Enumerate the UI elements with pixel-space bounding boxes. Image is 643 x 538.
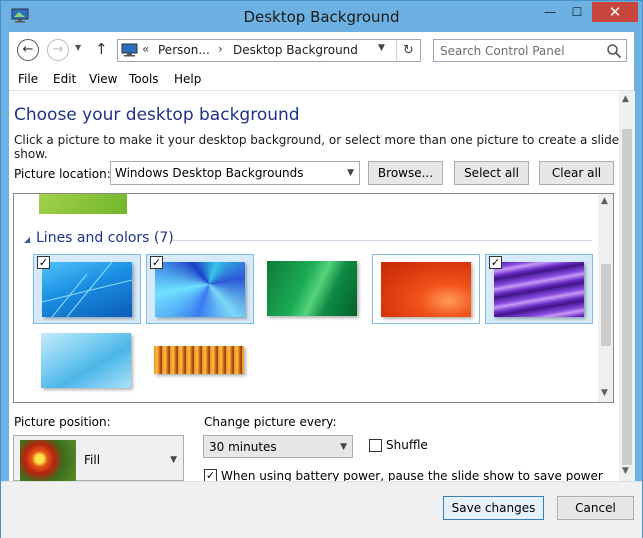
picture-position-label: Picture position: bbox=[14, 415, 111, 429]
group-header-lines-and-colors[interactable]: ◢ Lines and colors (7) bbox=[24, 230, 592, 248]
maximize-button[interactable]: ☐ bbox=[564, 2, 590, 22]
wallpaper-thumbnail bbox=[381, 262, 471, 317]
page-description: Click a picture to make it your desktop … bbox=[14, 133, 620, 161]
battery-pause-checkbox[interactable]: ✓ bbox=[204, 469, 217, 481]
picture-location-label: Picture location: bbox=[14, 167, 111, 181]
scroll-up-icon[interactable]: ▲ bbox=[622, 94, 629, 104]
tile-checkbox[interactable]: ✓ bbox=[37, 256, 50, 269]
wallpaper-thumbnail-partial[interactable] bbox=[39, 194, 127, 214]
recent-locations-chevron-icon[interactable]: ▼ bbox=[75, 43, 81, 52]
position-preview-thumbnail bbox=[20, 440, 76, 481]
save-changes-button[interactable]: Save changes bbox=[443, 496, 544, 520]
breadcrumb-personalization[interactable]: Person... bbox=[158, 43, 210, 57]
wallpaper-thumbnail bbox=[155, 262, 245, 317]
wallpaper-gallery[interactable]: ◢ Lines and colors (7) ✓ ✓ ✓ ▲ ▼ bbox=[13, 193, 614, 403]
window: Desktop Background — ☐ ✕ ← → ▼ ↑ « Perso… bbox=[0, 0, 643, 538]
battery-pause-label[interactable]: When using battery power, pause the slid… bbox=[221, 469, 603, 481]
tile-checkbox[interactable]: ✓ bbox=[489, 256, 502, 269]
wallpaper-thumbnail bbox=[41, 333, 131, 388]
refresh-button[interactable]: ↻ bbox=[396, 40, 420, 61]
scroll-down-icon[interactable]: ▼ bbox=[622, 466, 629, 476]
search-input[interactable] bbox=[440, 42, 600, 59]
picture-location-select[interactable]: Windows Desktop Backgrounds ▼ bbox=[110, 161, 360, 185]
picture-location-value: Windows Desktop Backgrounds bbox=[115, 166, 304, 180]
address-bar[interactable]: « Person... › Desktop Background ▼ ↻ bbox=[117, 39, 421, 62]
picture-position-select[interactable]: Fill ▼ bbox=[13, 435, 184, 481]
close-button[interactable]: ✕ bbox=[592, 2, 638, 22]
collapse-arrow-icon[interactable]: ◢ bbox=[24, 235, 30, 244]
wallpaper-tile-green-ribbon[interactable] bbox=[259, 254, 367, 324]
back-button[interactable]: ← bbox=[17, 39, 39, 61]
clear-all-button[interactable]: Clear all bbox=[539, 161, 614, 185]
wallpaper-tile-orange-swirl[interactable] bbox=[372, 254, 480, 324]
up-button[interactable]: ↑ bbox=[95, 40, 108, 58]
menu-file[interactable]: File bbox=[18, 72, 38, 86]
chevron-down-icon: ▼ bbox=[347, 168, 354, 178]
chevron-down-icon: ▼ bbox=[340, 442, 347, 452]
minimize-button[interactable]: — bbox=[537, 2, 563, 22]
scroll-down-icon[interactable]: ▼ bbox=[601, 388, 608, 398]
scrollbar-thumb[interactable] bbox=[601, 264, 611, 346]
tile-checkbox[interactable]: ✓ bbox=[150, 256, 163, 269]
wallpaper-thumbnail bbox=[494, 262, 584, 317]
page-scrollbar[interactable]: ▲ ▼ bbox=[619, 91, 635, 481]
menu-edit[interactable]: Edit bbox=[53, 72, 76, 86]
search-box[interactable] bbox=[433, 39, 627, 62]
navigation-bar: ← → ▼ ↑ « Person... › Desktop Background… bbox=[9, 32, 634, 68]
menu-view[interactable]: View bbox=[89, 72, 117, 86]
wallpaper-tile-light-blue-curve[interactable] bbox=[33, 326, 141, 396]
address-dropdown-icon[interactable]: ▼ bbox=[378, 43, 385, 53]
search-icon bbox=[607, 44, 622, 59]
wallpaper-thumbnail bbox=[267, 261, 357, 316]
change-picture-interval-select[interactable]: 30 minutes ▼ bbox=[203, 435, 353, 458]
breadcrumb-separator[interactable]: › bbox=[218, 42, 223, 56]
wallpaper-thumbnail bbox=[154, 346, 244, 374]
gallery-scrollbar[interactable]: ▲ ▼ bbox=[598, 194, 613, 402]
wallpaper-tile-orange-stripes[interactable] bbox=[146, 326, 254, 396]
select-all-button[interactable]: Select all bbox=[454, 161, 529, 185]
interval-value: 30 minutes bbox=[209, 440, 277, 454]
wallpaper-tile-blue-lines[interactable]: ✓ bbox=[33, 254, 141, 324]
shuffle-label[interactable]: Shuffle bbox=[386, 438, 428, 452]
content-area: Choose your desktop background Click a p… bbox=[9, 91, 627, 481]
scroll-up-icon[interactable]: ▲ bbox=[601, 196, 608, 206]
group-divider bbox=[172, 240, 592, 241]
chevron-down-icon: ▼ bbox=[170, 455, 177, 465]
group-title: Lines and colors (7) bbox=[36, 230, 174, 246]
address-overflow-chevron[interactable]: « bbox=[142, 42, 149, 56]
page-title: Choose your desktop background bbox=[14, 105, 300, 125]
title-bar: Desktop Background — ☐ ✕ bbox=[1, 1, 642, 32]
scrollbar-thumb[interactable] bbox=[622, 129, 632, 465]
menu-tools[interactable]: Tools bbox=[129, 72, 159, 86]
change-picture-label: Change picture every: bbox=[204, 415, 337, 429]
wallpaper-thumbnail bbox=[41, 261, 133, 318]
menu-help[interactable]: Help bbox=[174, 72, 201, 86]
wallpaper-tile-purple-waves[interactable]: ✓ bbox=[485, 254, 593, 324]
shuffle-checkbox[interactable] bbox=[369, 439, 382, 452]
dialog-footer: Save changes Cancel bbox=[1, 481, 642, 538]
wallpaper-tile-blue-balloon[interactable]: ✓ bbox=[146, 254, 254, 324]
browse-button[interactable]: Browse... bbox=[368, 161, 443, 185]
forward-button[interactable]: → bbox=[47, 39, 69, 61]
picture-position-value: Fill bbox=[84, 453, 101, 467]
cancel-button[interactable]: Cancel bbox=[557, 496, 634, 520]
menu-bar: File Edit View Tools Help bbox=[9, 68, 634, 91]
control-panel-icon bbox=[121, 43, 138, 57]
breadcrumb-desktop-background[interactable]: Desktop Background bbox=[233, 43, 358, 57]
